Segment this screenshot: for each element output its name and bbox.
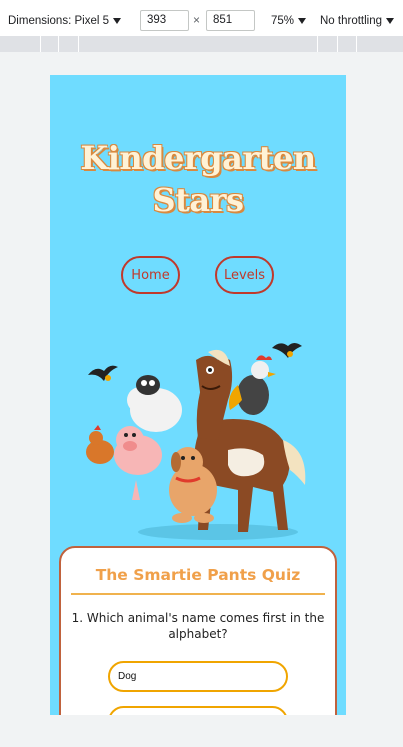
times-icon: × — [193, 13, 201, 27]
ruler-divider — [317, 36, 318, 52]
devtools-device-toolbar: Dimensions: Pixel 5 393 × 851 75% No thr… — [0, 0, 403, 40]
farm-animals-illustration — [86, 343, 306, 540]
home-nav-button[interactable]: Home — [121, 256, 180, 294]
quiz-divider — [71, 593, 325, 595]
device-viewport: Kindergarten Stars Home Levels The Smart… — [50, 75, 346, 715]
chevron-down-icon — [112, 18, 121, 24]
width-input[interactable]: 393 — [140, 10, 189, 31]
throttling-dropdown[interactable]: No throttling — [320, 11, 395, 31]
quiz-question: 1. Which animal's name comes first in th… — [71, 611, 325, 641]
ruler-divider — [337, 36, 338, 52]
zoom-label: 75% — [271, 15, 295, 27]
chevron-down-icon — [298, 18, 307, 24]
media-query-ruler[interactable] — [0, 36, 403, 52]
ruler-divider — [58, 36, 59, 52]
site-title: Kindergarten Stars — [80, 139, 316, 219]
throttling-label: No throttling — [320, 15, 383, 27]
answer-option-dog[interactable]: Dog — [108, 661, 288, 692]
quiz-card: The Smartie Pants Quiz 1. Which animal's… — [59, 546, 337, 715]
dimensions-label: Dimensions: Pixel 5 — [8, 15, 109, 27]
chevron-down-icon — [386, 18, 395, 24]
levels-nav-button[interactable]: Levels — [215, 256, 274, 294]
height-input[interactable]: 851 — [206, 10, 255, 31]
ruler-divider — [78, 36, 79, 52]
answer-option-2[interactable] — [108, 706, 288, 715]
ruler-divider — [40, 36, 41, 52]
dimensions-dropdown[interactable]: Dimensions: Pixel 5 — [8, 11, 121, 31]
quiz-title: The Smartie Pants Quiz — [95, 566, 301, 584]
zoom-dropdown[interactable]: 75% — [271, 11, 307, 31]
ruler-divider — [356, 36, 357, 52]
